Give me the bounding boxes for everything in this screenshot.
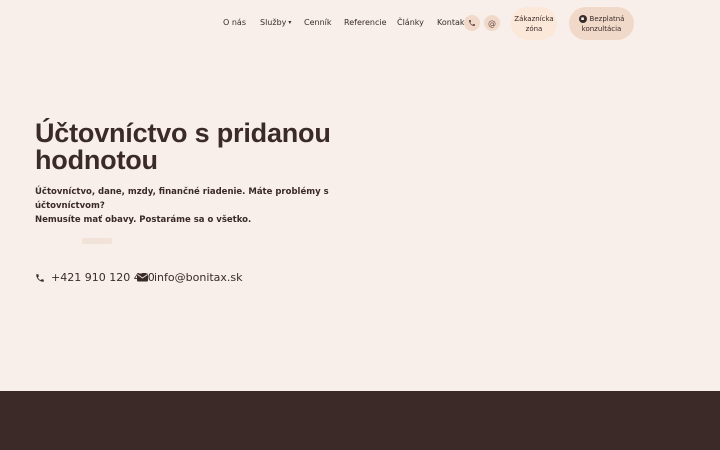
chevron-down-icon: ▾ <box>288 19 292 26</box>
phone-icon-glyph <box>36 273 44 282</box>
nav-item-sluzby-label: Služby <box>260 18 287 27</box>
nav-item-referencie[interactable]: Referencie <box>344 18 387 28</box>
nav-item-sluzby[interactable]: Služby ▾ <box>260 18 291 29</box>
at-icon[interactable]: @ <box>484 15 500 31</box>
customer-zone-label-line1: Zákaznícka <box>514 14 554 23</box>
hero-subtitle: Účtovníctvo, dane, mzdy, finančné riaden… <box>35 185 375 227</box>
nav-item-clanky[interactable]: Články <box>397 18 424 28</box>
hero-subtitle-line1: Účtovníctvo, dane, mzdy, finančné riaden… <box>35 187 329 211</box>
page-title: Účtovníctvo s pridanou hodnotou <box>35 118 331 175</box>
envelope-icon-glyph <box>137 273 148 282</box>
consult-label-line2: konzultácia <box>581 24 622 33</box>
email-link[interactable]: info@bonitax.sk <box>137 271 243 284</box>
phone-icon[interactable] <box>464 15 480 31</box>
consult-label-line1: Bezplatná <box>589 14 625 23</box>
free-consultation-button[interactable]: ▪ Bezplatná konzultácia <box>569 7 634 40</box>
calendar-icon: ▪ <box>578 14 587 23</box>
customer-zone-label-line2: zóna <box>525 24 543 33</box>
hero-subtitle-line2: Nemusíte mať obavy. Postaráme sa o všetk… <box>35 215 252 225</box>
envelope-icon <box>137 273 148 282</box>
cta-placeholder <box>82 238 112 244</box>
email-address: info@bonitax.sk <box>154 271 243 284</box>
top-navigation: O nás Služby ▾ Cenník Referencie Články K… <box>0 0 720 46</box>
customer-zone-button[interactable]: Zákaznícka zóna <box>511 7 557 40</box>
phone-icon-glyph <box>469 20 475 26</box>
nav-item-cennik[interactable]: Cenník <box>304 18 332 28</box>
dark-section-band <box>0 391 720 450</box>
nav-item-o-nas[interactable]: O nás <box>223 18 246 28</box>
phone-icon <box>35 273 45 283</box>
